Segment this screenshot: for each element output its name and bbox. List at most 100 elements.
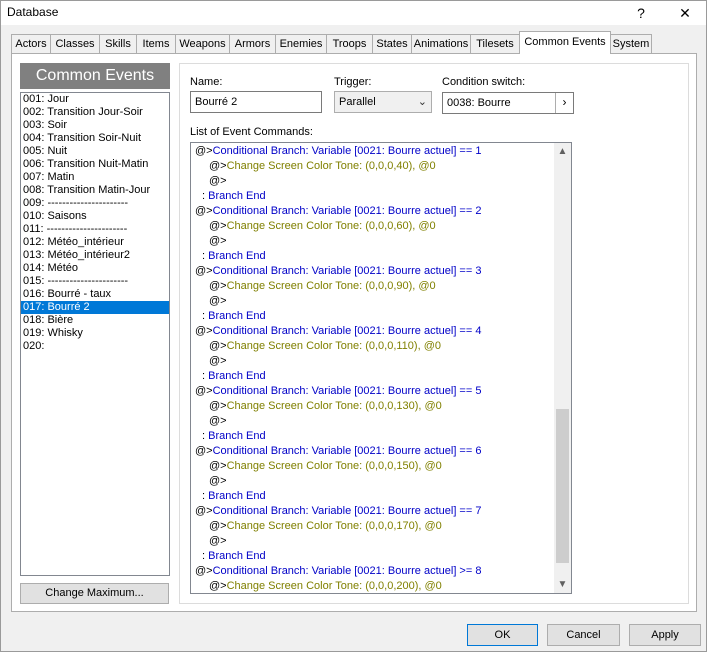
common-events-list[interactable]: 001: Jour 002: Transition Jour-Soir 003: S… xyxy=(20,92,170,576)
command-row[interactable]: @>Change Screen Color Tone: (0,0,0,170),… xyxy=(195,519,571,534)
common-event-item[interactable]: 009: ---------------------- xyxy=(21,197,169,210)
command-text: Change Screen Color Tone: (0,0,0,150), @… xyxy=(226,460,442,472)
command-row[interactable]: @>Change Screen Color Tone: (0,0,0,110),… xyxy=(195,339,571,354)
trigger-value: Parallel xyxy=(339,96,376,108)
common-event-item[interactable]: 018: Bière xyxy=(21,314,169,327)
command-row[interactable]: : Branch End xyxy=(195,189,571,204)
command-row[interactable]: @>Conditional Branch: Variable [0021: Bo… xyxy=(195,504,571,519)
command-row[interactable]: @>Change Screen Color Tone: (0,0,0,60), … xyxy=(195,219,571,234)
command-row[interactable]: @> xyxy=(195,534,571,549)
command-row[interactable]: : Branch End xyxy=(195,549,571,564)
common-event-item[interactable]: 007: Matin xyxy=(21,171,169,184)
common-event-item[interactable]: 011: ---------------------- xyxy=(21,223,169,236)
common-event-item[interactable]: 004: Transition Soir-Nuit xyxy=(21,132,169,145)
common-event-item[interactable]: 008: Transition Matin-Jour xyxy=(21,184,169,197)
tab-items[interactable]: Items xyxy=(136,34,176,53)
common-event-item[interactable]: 014: Météo xyxy=(21,262,169,275)
tab-actors[interactable]: Actors xyxy=(11,34,51,53)
database-window: Database ? ✕ Actors Classes Skills Items Wea… xyxy=(0,0,707,652)
command-prefix: @> xyxy=(195,205,213,217)
command-text: Change Screen Color Tone: (0,0,0,110), @… xyxy=(226,340,441,352)
command-row[interactable]: : Branch End xyxy=(195,249,571,264)
command-row[interactable]: @>Change Screen Color Tone: (0,0,0,150),… xyxy=(195,459,571,474)
tab-tilesets[interactable]: Tilesets xyxy=(470,34,520,53)
common-event-item[interactable]: 015: ---------------------- xyxy=(21,275,169,288)
name-input[interactable]: Bourré 2 xyxy=(190,91,322,113)
common-events-header: Common Events xyxy=(20,63,170,89)
tab-states[interactable]: States xyxy=(372,34,412,53)
common-event-item[interactable]: 013: Météo_intérieur2 xyxy=(21,249,169,262)
common-event-item[interactable]: 017: Bourré 2 xyxy=(21,301,169,314)
condition-switch-value: 0038: Bourre xyxy=(447,97,511,109)
command-prefix: @> xyxy=(209,460,227,472)
command-row[interactable]: @> xyxy=(195,414,571,429)
common-event-item[interactable]: 010: Saisons xyxy=(21,210,169,223)
condition-switch-field[interactable]: 0038: Bourre › xyxy=(442,92,574,114)
command-row[interactable]: : Branch End xyxy=(195,309,571,324)
tab-weapons[interactable]: Weapons xyxy=(175,34,230,53)
common-event-item[interactable]: 020: xyxy=(21,340,169,353)
command-text: Conditional Branch: Variable [0021: Bour… xyxy=(212,505,482,517)
help-button[interactable]: ? xyxy=(623,1,659,25)
change-maximum-button[interactable]: Change Maximum... xyxy=(20,583,169,604)
scroll-thumb[interactable] xyxy=(556,409,569,563)
common-event-item[interactable]: 016: Bourré - taux xyxy=(21,288,169,301)
command-prefix: @> xyxy=(209,355,227,367)
command-row[interactable]: @>Change Screen Color Tone: (0,0,0,200),… xyxy=(195,579,571,593)
command-row[interactable]: @> xyxy=(195,294,571,309)
event-commands-list[interactable]: @>Conditional Branch: Variable [0021: Bo… xyxy=(190,142,572,594)
command-prefix: @> xyxy=(209,535,227,547)
tab-classes[interactable]: Classes xyxy=(50,34,100,53)
chevron-up-icon[interactable]: ▲ xyxy=(554,143,571,160)
command-row[interactable]: @> xyxy=(195,354,571,369)
command-text: Branch End xyxy=(208,190,266,202)
command-row[interactable]: @>Conditional Branch: Variable [0021: Bo… xyxy=(195,204,571,219)
command-row[interactable]: : Branch End xyxy=(195,429,571,444)
command-row[interactable]: : Branch End xyxy=(195,489,571,504)
command-row[interactable]: @>Change Screen Color Tone: (0,0,0,40), … xyxy=(195,159,571,174)
trigger-select[interactable]: Parallel ⌄ xyxy=(334,91,432,113)
command-row[interactable]: @> xyxy=(195,174,571,189)
command-row[interactable]: @> xyxy=(195,474,571,489)
command-prefix: @> xyxy=(195,385,213,397)
command-text: Change Screen Color Tone: (0,0,0,130), @… xyxy=(226,400,442,412)
command-row[interactable]: @>Conditional Branch: Variable [0021: Bo… xyxy=(195,264,571,279)
close-button[interactable]: ✕ xyxy=(667,1,703,25)
vertical-scrollbar[interactable]: ▲ ▼ xyxy=(554,143,571,593)
command-text: Change Screen Color Tone: (0,0,0,60), @0 xyxy=(226,220,436,232)
common-event-item[interactable]: 002: Transition Jour-Soir xyxy=(21,106,169,119)
common-event-item[interactable]: 001: Jour xyxy=(21,93,169,106)
common-event-item[interactable]: 019: Whisky xyxy=(21,327,169,340)
tab-skills[interactable]: Skills xyxy=(99,34,137,53)
cancel-button[interactable]: Cancel xyxy=(547,624,620,646)
command-row[interactable]: @> xyxy=(195,234,571,249)
command-row[interactable]: @>Change Screen Color Tone: (0,0,0,90), … xyxy=(195,279,571,294)
tab-animations[interactable]: Animations xyxy=(411,34,471,53)
command-row[interactable]: @>Conditional Branch: Variable [0021: Bo… xyxy=(195,384,571,399)
command-row[interactable]: @>Conditional Branch: Variable [0021: Bo… xyxy=(195,144,571,159)
command-row[interactable]: @>Conditional Branch: Variable [0021: Bo… xyxy=(195,444,571,459)
chevron-right-icon[interactable]: › xyxy=(555,93,573,113)
command-prefix: @> xyxy=(209,295,227,307)
common-event-item[interactable]: 012: Météo_intérieur xyxy=(21,236,169,249)
command-text: Conditional Branch: Variable [0021: Bour… xyxy=(212,385,482,397)
chevron-down-icon[interactable]: ▼ xyxy=(554,576,571,593)
tab-troops[interactable]: Troops xyxy=(326,34,373,53)
apply-button[interactable]: Apply xyxy=(629,624,701,646)
common-event-item[interactable]: 006: Transition Nuit-Matin xyxy=(21,158,169,171)
tab-enemies[interactable]: Enemies xyxy=(275,34,327,53)
common-event-item[interactable]: 003: Soir xyxy=(21,119,169,132)
command-prefix: @> xyxy=(195,145,213,157)
command-prefix: @> xyxy=(209,475,227,487)
command-row[interactable]: : Branch End xyxy=(195,369,571,384)
tab-system[interactable]: System xyxy=(610,34,652,53)
tab-common-events[interactable]: Common Events xyxy=(519,31,611,54)
command-row[interactable]: @>Change Screen Color Tone: (0,0,0,130),… xyxy=(195,399,571,414)
common-event-item[interactable]: 005: Nuit xyxy=(21,145,169,158)
tab-armors[interactable]: Armors xyxy=(229,34,276,53)
ok-button[interactable]: OK xyxy=(467,624,538,646)
command-prefix: @> xyxy=(195,445,213,457)
command-text: Conditional Branch: Variable [0021: Bour… xyxy=(212,205,482,217)
command-row[interactable]: @>Conditional Branch: Variable [0021: Bo… xyxy=(195,564,571,579)
command-row[interactable]: @>Conditional Branch: Variable [0021: Bo… xyxy=(195,324,571,339)
